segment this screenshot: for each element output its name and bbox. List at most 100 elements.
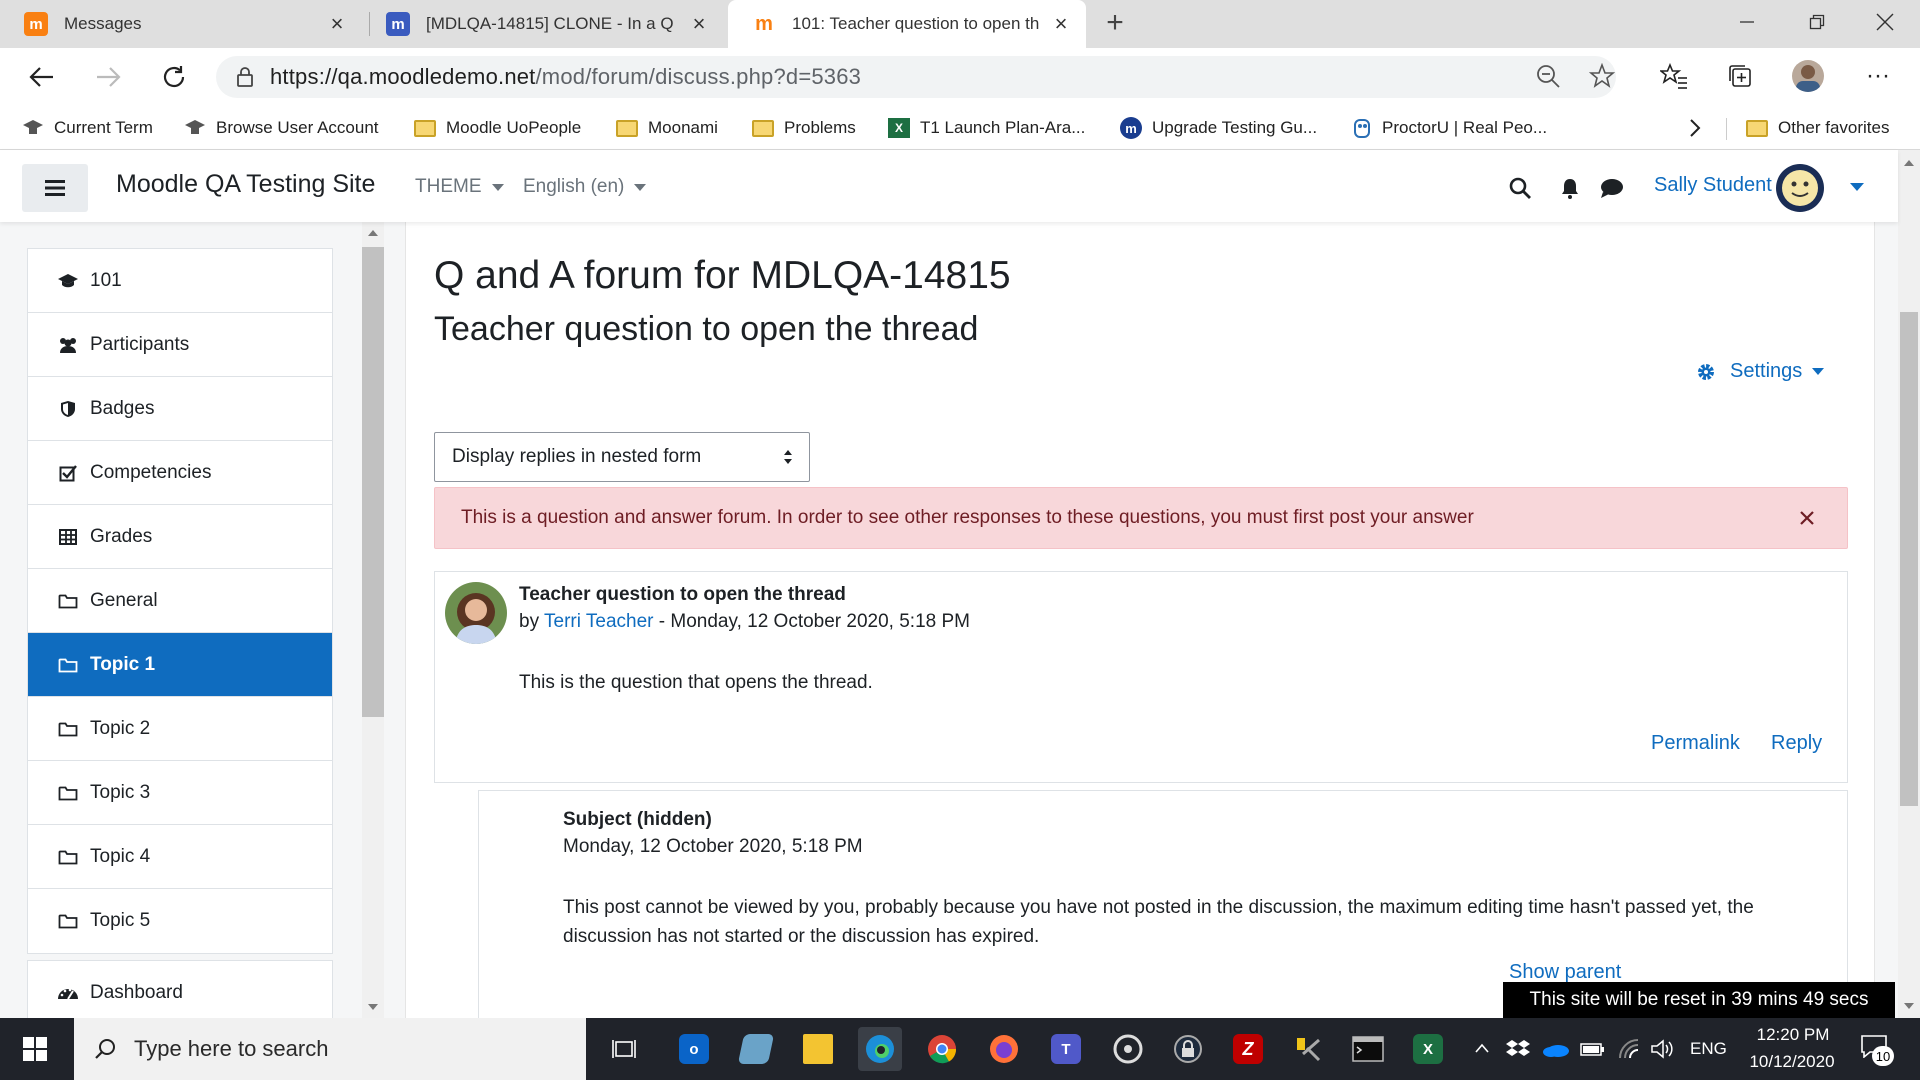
search-button[interactable] [1506, 174, 1534, 202]
favorite-current-term[interactable]: Current Term [22, 114, 153, 142]
moodle-favicon-icon: m [755, 12, 773, 35]
taskbar-filezilla[interactable]: Z [1226, 1027, 1270, 1071]
drawer-item-topic-4[interactable]: Topic 4 [28, 825, 332, 889]
drawer-item-topic-2[interactable]: Topic 2 [28, 697, 332, 761]
favorite-t1-launch-plan[interactable]: X T1 Launch Plan-Ara... [888, 114, 1085, 142]
scroll-down-arrow-icon[interactable] [1904, 1003, 1914, 1009]
favorite-other-favorites[interactable]: Other favorites [1746, 114, 1890, 142]
wifi-icon[interactable] [1618, 1038, 1640, 1060]
taskbar-media-player[interactable] [1106, 1027, 1150, 1071]
drawer-item-badges[interactable]: Badges [28, 377, 332, 441]
favorites-overflow-button[interactable] [1688, 114, 1702, 142]
back-button[interactable] [24, 59, 60, 95]
action-center-button[interactable]: 10 [1860, 1034, 1894, 1066]
scroll-up-arrow-icon[interactable] [1904, 160, 1914, 166]
add-favorite-button[interactable] [1582, 56, 1622, 96]
zoom-button[interactable] [1528, 56, 1568, 96]
close-tab-icon[interactable]: × [688, 11, 710, 37]
favorite-problems[interactable]: Problems [752, 114, 856, 142]
site-name[interactable]: Moodle QA Testing Site [116, 170, 375, 199]
favorite-moodle-uopeople[interactable]: Moodle UoPeople [414, 114, 581, 142]
volume-icon[interactable] [1650, 1038, 1674, 1060]
favorites-button[interactable] [1654, 56, 1694, 96]
refresh-button[interactable] [156, 59, 192, 95]
drawer-item-topic-5[interactable]: Topic 5 [28, 889, 332, 953]
permalink-link[interactable]: Permalink [1651, 732, 1740, 755]
close-tab-icon[interactable]: × [1050, 11, 1072, 37]
forum-post: Teacher question to open the thread by T… [434, 571, 1848, 783]
tab-forum-active[interactable]: m 101: Teacher question to open th × [728, 0, 1086, 48]
profile-button[interactable] [1788, 56, 1828, 96]
new-tab-button[interactable]: + [1098, 6, 1132, 40]
task-view-icon [612, 1040, 636, 1058]
tab-messages[interactable]: m Messages × [0, 0, 362, 48]
taskbar-file-explorer[interactable] [796, 1027, 840, 1071]
favorite-moonami[interactable]: Moonami [616, 114, 718, 142]
drawer-toggle-button[interactable] [22, 164, 88, 212]
collections-button[interactable] [1720, 56, 1760, 96]
taskbar-notes[interactable] [734, 1027, 778, 1071]
show-parent-link[interactable]: Show parent [1509, 961, 1621, 984]
taskbar-edge[interactable] [858, 1027, 902, 1071]
user-menu-caret-icon[interactable] [1850, 183, 1864, 191]
drawer-item-general[interactable]: General [28, 569, 332, 633]
taskbar-vpn[interactable] [1166, 1027, 1210, 1071]
user-avatar[interactable] [1776, 164, 1824, 212]
drawer-scrollbar-thumb[interactable] [362, 247, 384, 717]
tab-mdlqa[interactable]: m [MDLQA-14815] CLONE - In a Q × [362, 0, 724, 48]
close-window-button[interactable] [1850, 0, 1920, 44]
theme-menu[interactable]: THEME [415, 176, 504, 198]
moodle-navbar: Moodle QA Testing Site THEME English (en… [0, 150, 1898, 222]
taskbar-excel[interactable]: X [1406, 1027, 1450, 1071]
taskbar-search[interactable]: Type here to search [74, 1018, 586, 1080]
reply-link[interactable]: Reply [1771, 732, 1822, 755]
drawer-item-topic-1[interactable]: Topic 1 [28, 633, 332, 697]
taskbar-firefox[interactable] [982, 1027, 1026, 1071]
url-field[interactable]: https://qa.moodledemo.net/mod/forum/disc… [216, 56, 1616, 98]
tray-chevron-up-icon[interactable] [1474, 1042, 1490, 1054]
input-language[interactable]: ENG [1690, 1039, 1727, 1059]
author-link[interactable]: Terri Teacher [544, 611, 653, 632]
taskbar-tools[interactable] [1286, 1027, 1330, 1071]
onedrive-icon[interactable] [1542, 1040, 1570, 1058]
moodle-hat-icon [185, 120, 205, 134]
drawer-item-101[interactable]: 101 [28, 249, 332, 313]
taskbar-terminal[interactable] [1346, 1027, 1390, 1071]
scroll-up-arrow-icon[interactable] [368, 230, 378, 236]
taskbar-outlook[interactable]: o [672, 1027, 716, 1071]
dropbox-icon[interactable] [1506, 1038, 1530, 1058]
page-scrollbar-thumb[interactable] [1900, 312, 1918, 806]
drawer-item-grades[interactable]: Grades [28, 505, 332, 569]
minimize-button[interactable] [1712, 0, 1782, 44]
drawer-item-competencies[interactable]: Competencies [28, 441, 332, 505]
scroll-down-arrow-icon[interactable] [368, 1004, 378, 1010]
author-avatar[interactable] [445, 582, 507, 644]
drawer-item-topic-3[interactable]: Topic 3 [28, 761, 332, 825]
discussion-title: Teacher question to open the thread [434, 310, 979, 348]
clock-date[interactable]: 10/12/2020 [1742, 1052, 1842, 1072]
drawer-item-participants[interactable]: Participants [28, 313, 332, 377]
favorite-proctoru[interactable]: ProctorU | Real Peo... [1352, 114, 1547, 142]
display-mode-select[interactable]: Display replies in nested form [434, 432, 810, 482]
more-menu-button[interactable]: ··· [1858, 56, 1898, 96]
taskbar-teams[interactable]: T [1044, 1027, 1088, 1071]
task-view-button[interactable] [602, 1027, 646, 1071]
notifications-button[interactable] [1556, 174, 1584, 202]
battery-icon[interactable] [1580, 1040, 1606, 1058]
user-menu-name[interactable]: Sally Student [1654, 174, 1772, 197]
settings-menu[interactable]: Settings [1696, 360, 1825, 383]
close-tab-icon[interactable]: × [326, 11, 348, 37]
restore-button[interactable] [1782, 0, 1852, 44]
messages-button[interactable] [1598, 174, 1626, 202]
language-menu[interactable]: English (en) [523, 176, 647, 198]
favorite-upgrade-testing[interactable]: m Upgrade Testing Gu... [1120, 114, 1317, 142]
chevron-right-icon [1690, 119, 1701, 137]
drawer-item-dashboard[interactable]: Dashboard [28, 961, 332, 1018]
clock-time[interactable]: 12:20 PM [1748, 1025, 1838, 1045]
start-button[interactable] [0, 1018, 70, 1080]
close-alert-button[interactable] [1795, 506, 1819, 530]
page-content: 101 Participants Badges Competencies Gra… [0, 222, 1898, 1018]
favorite-browse-user-account[interactable]: Browse User Account [184, 114, 379, 142]
taskbar-chrome[interactable] [920, 1027, 964, 1071]
forward-button[interactable] [90, 59, 126, 95]
